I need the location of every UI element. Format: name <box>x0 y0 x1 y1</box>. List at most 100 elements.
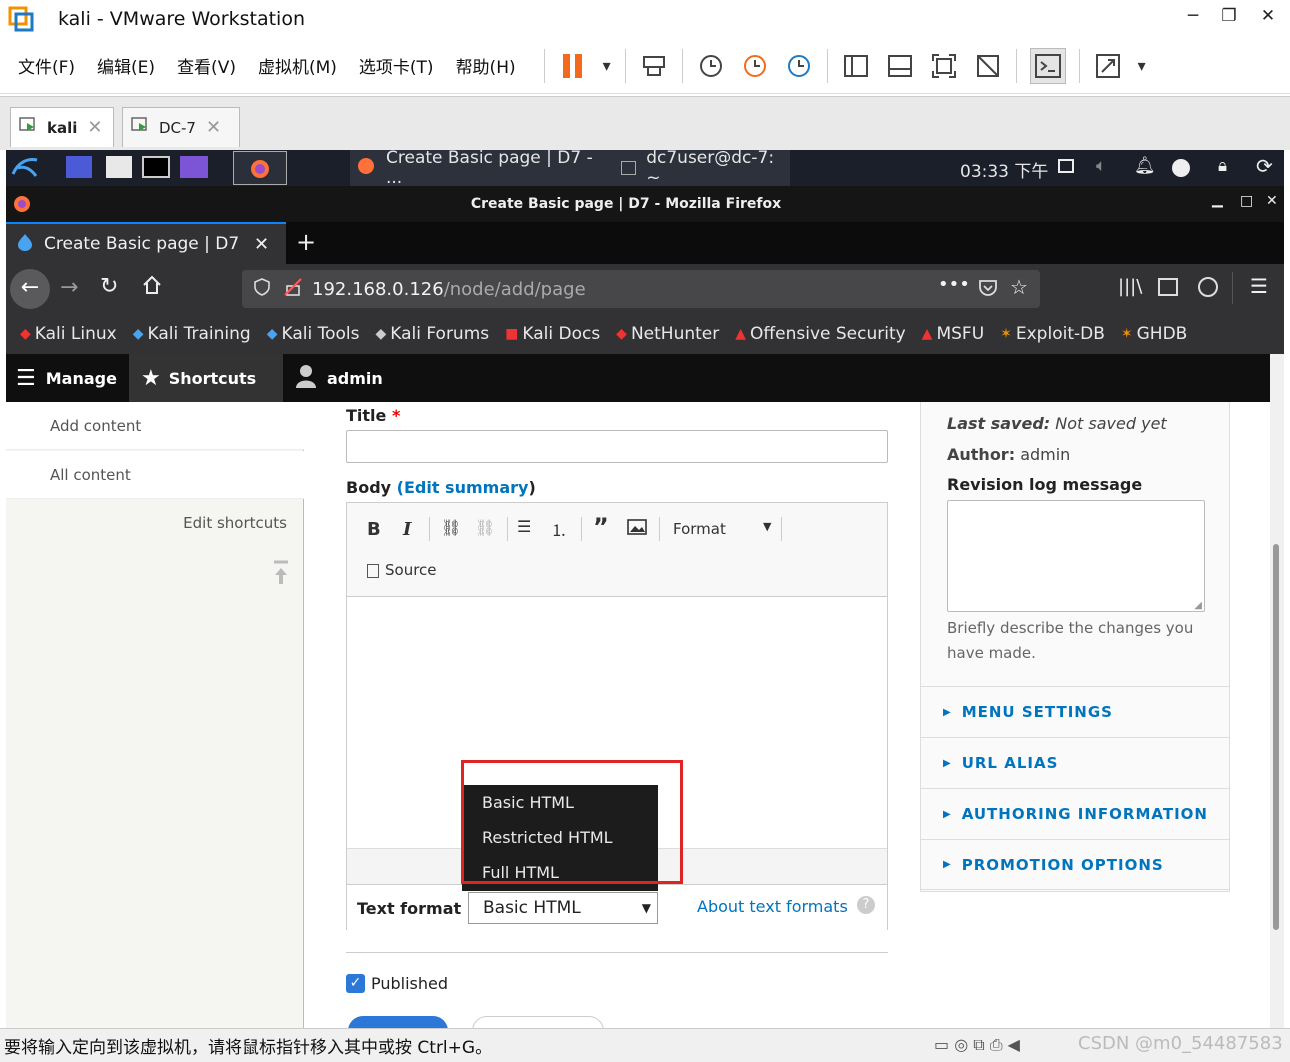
forward-button-icon[interactable]: → <box>60 275 78 300</box>
checkbox-checked-icon[interactable]: ✓ <box>346 974 365 993</box>
menu-view[interactable]: 查看(V) <box>177 53 236 78</box>
shortcut-add-content[interactable]: Add content <box>6 402 304 450</box>
authoring-information-toggle[interactable]: ▶ AUTHORING INFORMATION <box>921 788 1229 839</box>
maximize-icon[interactable]: □ <box>1240 193 1253 209</box>
resize-handle-icon[interactable]: ◢ <box>1194 600 1202 611</box>
clock[interactable]: 03:33 下午 <box>960 157 1048 182</box>
url-alias-toggle[interactable]: ▶ URL ALIAS <box>921 737 1229 788</box>
blockquote-icon[interactable]: ” <box>593 513 609 541</box>
send-keys-icon[interactable] <box>639 51 669 81</box>
fullscreen-icon[interactable] <box>929 51 959 81</box>
snapshot-icon[interactable] <box>696 51 726 81</box>
tab-create-basic-page[interactable]: Create Basic page | D7 ✕ <box>6 222 286 264</box>
bookmark-kali-linux[interactable]: ◆ Kali Linux <box>20 324 117 344</box>
format-dropdown[interactable]: Format <box>673 520 726 538</box>
terminal-icon[interactable] <box>142 156 170 178</box>
menu-settings-toggle[interactable]: ▶ MENU SETTINGS <box>921 686 1229 737</box>
notification-bell-icon[interactable]: 🔔︎ <box>1134 156 1156 176</box>
network-icon[interactable] <box>1172 159 1190 177</box>
bookmark-kali-tools[interactable]: ◆ Kali Tools <box>267 324 360 344</box>
unity-mode-icon[interactable] <box>973 51 1003 81</box>
shortcut-all-content[interactable]: All content <box>6 451 304 499</box>
bookmark-kali-training[interactable]: ◆ Kali Training <box>133 324 251 344</box>
chevron-down-icon[interactable]: ▾ <box>1134 51 1150 81</box>
menu-vm[interactable]: 虚拟机(M) <box>258 53 337 78</box>
edit-shortcuts-link[interactable]: Edit shortcuts <box>183 514 287 532</box>
tab-dc7[interactable]: DC-7 ✕ <box>122 107 240 147</box>
page-scrollbar[interactable] <box>1270 354 1284 1028</box>
bookmark-offensive-security[interactable]: ▲ Offensive Security <box>735 324 905 344</box>
title-input[interactable] <box>346 430 888 463</box>
url-bar[interactable]: 192.168.0.126/node/add/page ••• ☆ <box>242 270 1040 308</box>
snapshot-manager-icon[interactable] <box>784 51 814 81</box>
close-icon[interactable]: ✕ <box>206 117 221 138</box>
preview-button[interactable] <box>472 1016 604 1028</box>
minimize-icon[interactable]: ─ <box>1178 6 1208 26</box>
help-icon[interactable]: ? <box>857 896 875 914</box>
bold-icon[interactable]: B <box>367 519 381 540</box>
volume-icon[interactable]: 🔈︎ <box>1096 156 1106 176</box>
italic-icon[interactable]: I <box>403 519 411 540</box>
numbered-list-icon[interactable]: ⒈ <box>551 517 567 541</box>
close-icon[interactable]: ✕ <box>1266 193 1278 209</box>
bookmark-kali-docs[interactable]: ■ Kali Docs <box>505 324 600 344</box>
power-icon[interactable]: ⟳ <box>1256 154 1273 178</box>
restore-icon[interactable]: ❐ <box>1214 6 1244 26</box>
thumbnail-view-icon[interactable] <box>885 51 915 81</box>
link-icon[interactable]: ⛓ <box>441 518 461 537</box>
insecure-lock-icon[interactable] <box>284 277 302 301</box>
bulleted-list-icon[interactable]: ☰ <box>517 517 531 536</box>
tab-kali[interactable]: kali ✕ <box>10 107 114 147</box>
minimize-icon[interactable]: ▁ <box>1212 192 1223 208</box>
text-format-select[interactable]: Basic HTML ▼ <box>468 892 658 924</box>
menu-tabs[interactable]: 选项卡(T) <box>359 53 434 78</box>
display-icon[interactable] <box>1058 159 1074 173</box>
scrollbar-thumb[interactable] <box>1273 544 1279 930</box>
unlink-icon[interactable]: ⛓ <box>475 518 495 537</box>
bookmark-exploit-db[interactable]: ✶ Exploit-DB <box>1000 324 1105 344</box>
pause-icon[interactable] <box>558 51 588 81</box>
menu-help[interactable]: 帮助(H) <box>456 53 516 78</box>
screenshot-icon[interactable] <box>180 156 208 178</box>
revert-snapshot-icon[interactable] <box>740 51 770 81</box>
kali-menu-icon[interactable] <box>10 154 40 186</box>
save-button[interactable] <box>348 1016 448 1028</box>
new-tab-icon[interactable]: + <box>296 228 316 256</box>
about-text-formats-link[interactable]: About text formats <box>697 897 848 916</box>
close-tab-icon[interactable]: ✕ <box>254 234 269 255</box>
device-icons[interactable]: ▭ ◎ ⧉ ⎙ ◀︎ <box>934 1035 1020 1055</box>
promotion-options-toggle[interactable]: ▶ PROMOTION OPTIONS <box>921 839 1229 890</box>
toolbar-manage[interactable]: ☰ Manage <box>6 354 129 402</box>
console-view-icon[interactable] <box>1029 47 1066 84</box>
page-actions-icon[interactable]: ••• <box>938 274 970 295</box>
lock-icon[interactable]: 🔒︎ <box>1218 156 1227 176</box>
pocket-icon[interactable] <box>978 278 998 303</box>
bookmark-nethunter[interactable]: ◆ NetHunter <box>616 324 719 344</box>
close-icon[interactable]: ✕ <box>1253 6 1283 26</box>
close-icon[interactable]: ✕ <box>87 117 102 138</box>
chevron-down-icon[interactable]: ▾ <box>599 51 615 81</box>
source-button[interactable]: Source <box>367 561 437 579</box>
revision-log-textarea[interactable]: ◢ <box>947 500 1205 612</box>
bookmark-kali-forums[interactable]: ◆ Kali Forums <box>375 324 489 344</box>
bookmark-msfu[interactable]: ▲ MSFU <box>922 324 984 344</box>
library-icon[interactable]: |||\ <box>1118 276 1142 297</box>
firefox-launcher-icon[interactable] <box>233 151 287 185</box>
file-manager-icon[interactable] <box>106 156 132 178</box>
menu-file[interactable]: 文件(F) <box>18 53 75 78</box>
back-button-icon[interactable]: ← <box>10 269 50 309</box>
chevron-down-icon[interactable]: ▼ <box>763 520 771 533</box>
hamburger-menu-icon[interactable]: ☰ <box>1250 274 1268 298</box>
toolbar-shortcuts[interactable]: ★ Shortcuts <box>128 354 283 402</box>
bookmark-star-icon[interactable]: ☆ <box>1010 275 1028 299</box>
toolbar-user[interactable]: admin <box>283 354 395 402</box>
bookmark-ghdb[interactable]: ✶ GHDB <box>1121 324 1187 344</box>
taskbar-firefox[interactable]: Create Basic page | D7 - ... dc7user@dc-… <box>350 148 790 188</box>
published-checkbox[interactable]: ✓ Published <box>346 974 448 993</box>
library-view-icon[interactable] <box>841 51 871 81</box>
sidebar-toggle-icon[interactable] <box>1158 278 1178 296</box>
shield-icon[interactable] <box>254 277 270 301</box>
workspace-icon[interactable] <box>66 156 92 178</box>
pin-tray-icon[interactable] <box>272 560 290 590</box>
home-icon[interactable] <box>142 275 162 299</box>
